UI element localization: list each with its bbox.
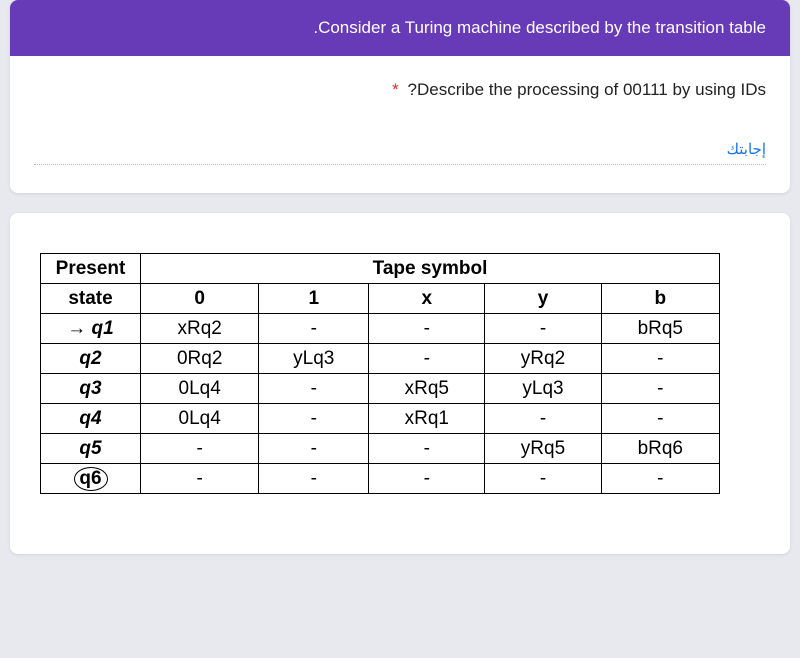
transition-cell: -: [485, 464, 601, 494]
transition-cell: -: [601, 404, 719, 434]
table-row: q1xRq2---bRq5: [41, 314, 720, 344]
transition-cell: 0Rq2: [141, 344, 259, 374]
table-row: q40Lq4-xRq1--: [41, 404, 720, 434]
table-row: q6-----: [41, 464, 720, 494]
transition-cell: -: [259, 314, 369, 344]
transition-cell: -: [369, 434, 485, 464]
question-text-line: * ?Describe the processing of 00111 by u…: [34, 80, 766, 100]
transition-cell: -: [601, 374, 719, 404]
transition-cell: -: [259, 374, 369, 404]
transition-cell: xRq5: [369, 374, 485, 404]
table-row: q20Rq2yLq3-yRq2-: [41, 344, 720, 374]
state-cell: q1: [41, 314, 141, 344]
corner-header-bottom: state: [41, 284, 141, 314]
transition-cell: -: [141, 464, 259, 494]
state-cell: q3: [41, 374, 141, 404]
table-row: q30Lq4-xRq5yLq3-: [41, 374, 720, 404]
symbol-header: y: [485, 284, 601, 314]
table-header-row-1: Present Tape symbol: [41, 254, 720, 284]
answer-input-placeholder[interactable]: إجابتك: [34, 140, 766, 165]
state-cell: q5: [41, 434, 141, 464]
tape-symbol-header: Tape symbol: [141, 254, 720, 284]
table-header-row-2: state 0 1 x y b: [41, 284, 720, 314]
transition-cell: -: [259, 434, 369, 464]
question-text: ?Describe the processing of 00111 by usi…: [408, 80, 766, 99]
transition-cell: yLq3: [259, 344, 369, 374]
final-state-label: q6: [74, 467, 108, 491]
transition-cell: yRq5: [485, 434, 601, 464]
state-cell: q6: [41, 464, 141, 494]
transition-cell: -: [141, 434, 259, 464]
question-body: * ?Describe the processing of 00111 by u…: [10, 56, 790, 193]
transition-cell: -: [601, 344, 719, 374]
transition-cell: bRq6: [601, 434, 719, 464]
symbol-header: x: [369, 284, 485, 314]
state-label: q3: [79, 378, 101, 399]
transition-cell: xRq2: [141, 314, 259, 344]
symbol-header: 0: [141, 284, 259, 314]
corner-header-top: Present: [41, 254, 141, 284]
transition-cell: xRq1: [369, 404, 485, 434]
transition-cell: -: [369, 344, 485, 374]
symbol-header: b: [601, 284, 719, 314]
table-row: q5---yRq5bRq6: [41, 434, 720, 464]
state-cell: q2: [41, 344, 141, 374]
question-card: .Consider a Turing machine described by …: [10, 0, 790, 193]
transition-cell: -: [601, 464, 719, 494]
transition-cell: -: [259, 404, 369, 434]
state-cell: q4: [41, 404, 141, 434]
transition-cell: -: [369, 314, 485, 344]
transition-cell: 0Lq4: [141, 374, 259, 404]
question-header: .Consider a Turing machine described by …: [10, 0, 790, 56]
required-asterisk: *: [392, 80, 399, 99]
transition-cell: -: [485, 404, 601, 434]
table-card: Present Tape symbol state 0 1 x y b q1 xR…: [10, 213, 790, 554]
header-title: .Consider a Turing machine described by …: [313, 18, 766, 37]
transition-table: Present Tape symbol state 0 1 x y b q1 xR…: [40, 253, 720, 494]
transition-cell: -: [369, 464, 485, 494]
transition-cell: yLq3: [485, 374, 601, 404]
transition-cell: yRq2: [485, 344, 601, 374]
symbol-header: 1: [259, 284, 369, 314]
state-label: q2: [79, 348, 101, 369]
state-label: q5: [79, 438, 101, 459]
transition-cell: 0Lq4: [141, 404, 259, 434]
transition-cell: -: [485, 314, 601, 344]
transition-cell: bRq5: [601, 314, 719, 344]
transition-cell: -: [259, 464, 369, 494]
start-state-label: q1: [67, 318, 113, 339]
state-label: q4: [79, 408, 101, 429]
